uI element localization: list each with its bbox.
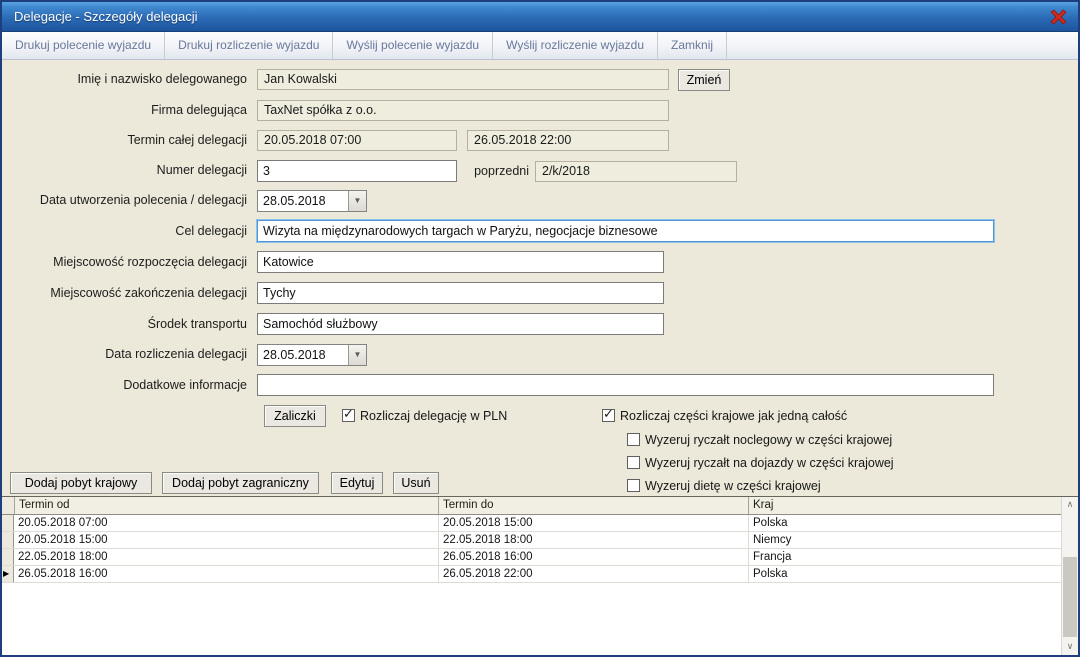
add-domestic-stay-button[interactable]: Dodaj pobyt krajowy (10, 472, 152, 494)
previous-number-label: poprzedni (284, 161, 529, 182)
start-city-label: Miejscowość rozpoczęcia delegacji (2, 252, 247, 273)
vertical-scrollbar[interactable]: ∧ ∨ (1061, 497, 1078, 655)
cell-kraj: Niemcy (748, 532, 1061, 548)
zero-diet-checkbox-label: Wyzeruj dietę w części krajowej (645, 478, 821, 494)
row-selector[interactable] (2, 532, 14, 548)
scrollbar-thumb[interactable] (1063, 557, 1077, 637)
cell-termin-do: 22.05.2018 18:00 (438, 532, 748, 548)
toolbar-print-settlement-button[interactable]: Drukuj rozliczenie wyjazdu (165, 32, 333, 59)
toolbar: Drukuj polecenie wyjazdu Drukuj rozlicze… (2, 32, 1078, 60)
zero-lodging-checkbox-label: Wyzeruj ryczałt noclegowy w części krajo… (645, 432, 892, 448)
transport-input[interactable] (257, 313, 664, 335)
toolbar-send-order-button[interactable]: Wyślij polecenie wyjazdu (333, 32, 493, 59)
company-field: TaxNet spółka z o.o. (257, 100, 669, 121)
pln-checkbox[interactable] (342, 409, 355, 422)
row-selector[interactable] (2, 549, 14, 565)
zero-lodging-checkbox[interactable] (627, 433, 640, 446)
change-delegate-button[interactable]: Zmień (678, 69, 730, 91)
stays-table: Termin od Termin do Kraj 20.05.2018 07:0… (2, 496, 1078, 655)
end-city-label: Miejscowość zakończenia delegacji (2, 283, 247, 304)
whole-domestic-checkbox-row: Rozliczaj części krajowe jak jedną całoś… (602, 408, 922, 424)
settlement-date-select[interactable]: 28.05.2018 ▼ (257, 344, 367, 366)
chevron-down-icon[interactable]: ▼ (348, 345, 366, 365)
zero-diet-checkbox-row: Wyzeruj dietę w części krajowej (627, 478, 947, 494)
cell-termin-do: 26.05.2018 16:00 (438, 549, 748, 565)
selector-header-cell (2, 497, 14, 514)
zero-commute-checkbox-label: Wyzeruj ryczałt na dojazdy w części kraj… (645, 455, 894, 471)
cell-termin-do: 20.05.2018 15:00 (438, 515, 748, 531)
zero-diet-checkbox[interactable] (627, 479, 640, 492)
toolbar-send-settlement-button[interactable]: Wyślij rozliczenie wyjazdu (493, 32, 658, 59)
scroll-down-icon[interactable]: ∨ (1062, 639, 1078, 655)
previous-number-field: 2/k/2018 (535, 161, 737, 182)
term-label: Termin całej delegacji (2, 130, 247, 151)
number-label: Numer delegacji (2, 160, 247, 181)
add-foreign-stay-button[interactable]: Dodaj pobyt zagraniczny (162, 472, 319, 494)
zero-commute-checkbox[interactable] (627, 456, 640, 469)
toolbar-close-button[interactable]: Zamknij (658, 32, 727, 59)
cell-kraj: Francja (748, 549, 1061, 565)
purpose-label: Cel delegacji (2, 221, 247, 242)
transport-label: Środek transportu (2, 314, 247, 335)
toolbar-print-order-button[interactable]: Drukuj polecenie wyjazdu (2, 32, 165, 59)
creation-date-label: Data utworzenia polecenia / delegacji (2, 190, 247, 211)
settlement-date-value: 28.05.2018 (263, 345, 326, 365)
table-row[interactable]: 20.05.2018 07:00 20.05.2018 15:00 Polska (2, 515, 1078, 532)
purpose-input[interactable] (257, 220, 994, 242)
chevron-down-icon[interactable]: ▼ (348, 191, 366, 211)
cell-termin-od: 22.05.2018 18:00 (14, 549, 438, 565)
cell-termin-od: 20.05.2018 07:00 (14, 515, 438, 531)
cell-kraj: Polska (748, 515, 1061, 531)
form-area: Imię i nazwisko delegowanego Jan Kowalsk… (2, 60, 1078, 655)
company-label: Firma delegująca (2, 100, 247, 121)
creation-date-value: 28.05.2018 (263, 191, 326, 211)
whole-domestic-checkbox-label: Rozliczaj części krajowe jak jedną całoś… (620, 408, 847, 424)
additional-info-input[interactable] (257, 374, 994, 396)
row-selector[interactable] (2, 515, 14, 531)
table-row[interactable]: 26.05.2018 16:00 26.05.2018 22:00 Polska (2, 566, 1078, 583)
column-header-kraj[interactable]: Kraj (748, 497, 1061, 514)
zero-lodging-checkbox-row: Wyzeruj ryczałt noclegowy w części krajo… (627, 432, 947, 448)
pln-checkbox-label: Rozliczaj delegację w PLN (360, 408, 507, 424)
cell-termin-od: 20.05.2018 15:00 (14, 532, 438, 548)
zero-commute-checkbox-row: Wyzeruj ryczałt na dojazdy w części kraj… (627, 455, 947, 471)
table-row[interactable]: 20.05.2018 15:00 22.05.2018 18:00 Niemcy (2, 532, 1078, 549)
end-city-input[interactable] (257, 282, 664, 304)
cell-termin-do: 26.05.2018 22:00 (438, 566, 748, 582)
delegate-name-label: Imię i nazwisko delegowanego (2, 69, 247, 90)
settlement-date-label: Data rozliczenia delegacji (2, 344, 247, 365)
delegation-details-window: Delegacje - Szczegóły delegacji Drukuj p… (0, 0, 1080, 657)
pln-checkbox-row: Rozliczaj delegację w PLN (342, 408, 592, 424)
start-city-input[interactable] (257, 251, 664, 273)
creation-date-select[interactable]: 28.05.2018 ▼ (257, 190, 367, 212)
window-title: Delegacje - Szczegóły delegacji (14, 2, 198, 31)
additional-info-label: Dodatkowe informacje (2, 375, 247, 396)
close-icon[interactable] (1048, 7, 1068, 27)
row-selector-current[interactable] (2, 566, 14, 582)
advances-button[interactable]: Zaliczki (264, 405, 326, 427)
column-header-termin-do[interactable]: Termin do (438, 497, 748, 514)
term-from-field: 20.05.2018 07:00 (257, 130, 457, 151)
delegate-name-field: Jan Kowalski (257, 69, 669, 90)
table-row[interactable]: 22.05.2018 18:00 26.05.2018 16:00 Francj… (2, 549, 1078, 566)
scroll-up-icon[interactable]: ∧ (1062, 497, 1078, 513)
cell-termin-od: 26.05.2018 16:00 (14, 566, 438, 582)
title-bar: Delegacje - Szczegóły delegacji (2, 2, 1078, 32)
whole-domestic-checkbox[interactable] (602, 409, 615, 422)
edit-stay-button[interactable]: Edytuj (331, 472, 383, 494)
cell-kraj: Polska (748, 566, 1061, 582)
delete-stay-button[interactable]: Usuń (393, 472, 439, 494)
column-header-termin-od[interactable]: Termin od (14, 497, 438, 514)
table-header: Termin od Termin do Kraj (2, 497, 1078, 515)
term-to-field: 26.05.2018 22:00 (467, 130, 669, 151)
